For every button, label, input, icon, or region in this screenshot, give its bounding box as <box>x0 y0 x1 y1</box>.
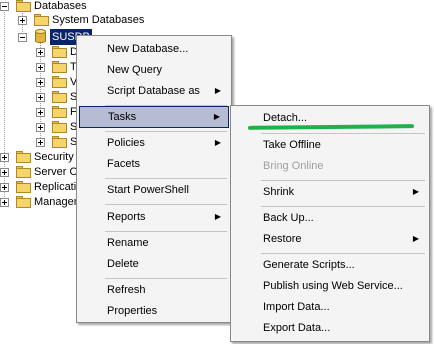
database-context-menu: New Database... New Query Script Databas… <box>76 35 232 323</box>
menu-item-label: Delete <box>107 258 139 270</box>
tree-node-label: Server O <box>34 166 79 178</box>
submenu-arrow-icon: ▶ <box>412 234 419 243</box>
menu-item-label: New Database... <box>107 43 189 55</box>
tasks-submenu: Detach... Take Offline Bring Online Shri… <box>230 105 430 342</box>
folder-icon <box>52 121 68 134</box>
folder-icon <box>16 151 32 164</box>
menu-item-generate-scripts[interactable]: Generate Scripts... <box>233 254 427 276</box>
menu-item-label: Generate Scripts... <box>263 259 355 271</box>
menu-item-export-data[interactable]: Export Data... <box>233 317 427 339</box>
expand-icon[interactable] <box>36 93 45 102</box>
folder-icon <box>16 196 32 209</box>
menu-item-restore[interactable]: Restore ▶ <box>233 228 427 250</box>
submenu-arrow-icon: ▶ <box>214 212 221 221</box>
menu-item-label: Publish using Web Service... <box>263 280 403 292</box>
menu-item-refresh[interactable]: Refresh <box>79 279 229 301</box>
folder-icon <box>16 181 32 194</box>
menu-item-properties[interactable]: Properties <box>79 300 229 322</box>
folder-icon <box>52 61 68 74</box>
menu-item-label: Export Data... <box>263 322 331 334</box>
tree-node-security[interactable]: Security <box>0 149 80 165</box>
menu-item-shrink[interactable]: Shrink ▶ <box>233 181 427 203</box>
folder-icon <box>52 76 68 89</box>
menu-item-tasks[interactable]: Tasks ▶ <box>79 106 229 128</box>
folder-icon <box>52 46 68 59</box>
menu-item-label: Script Database as <box>107 85 200 97</box>
menu-item-reports[interactable]: Reports ▶ <box>79 206 229 228</box>
submenu-arrow-icon: ▶ <box>214 86 221 95</box>
menu-item-label: Start PowerShell <box>107 184 189 196</box>
menu-item-label: Bring Online <box>263 160 324 172</box>
tree-node-child[interactable]: T <box>0 59 80 75</box>
submenu-arrow-icon: ▶ <box>213 112 220 121</box>
menu-item-label: New Query <box>107 64 163 76</box>
menu-item-label: Take Offline <box>263 139 321 151</box>
menu-item-label: Reports <box>107 211 146 223</box>
expand-icon[interactable] <box>0 183 9 192</box>
menu-item-bring-online: Bring Online <box>233 155 427 177</box>
tree-node-system-databases[interactable]: System Databases <box>0 12 200 28</box>
expand-icon[interactable] <box>0 168 9 177</box>
tree-node-label: Security <box>34 151 74 163</box>
menu-item-label: Back Up... <box>263 212 314 224</box>
tree-node-child[interactable]: V <box>0 74 80 90</box>
menu-item-new-database[interactable]: New Database... <box>79 38 229 60</box>
tree-node-child[interactable]: S <box>0 89 80 105</box>
menu-item-take-offline[interactable]: Take Offline <box>233 134 427 156</box>
collapse-icon[interactable] <box>0 2 9 11</box>
folder-icon <box>34 14 50 27</box>
menu-item-label: Import Data... <box>263 301 330 313</box>
menu-item-publish-using-web-service[interactable]: Publish using Web Service... <box>233 275 427 297</box>
menu-separator <box>105 204 227 205</box>
tree-node-child[interactable]: S <box>0 134 80 150</box>
database-icon <box>35 29 47 44</box>
tree-node-label: System Databases <box>52 14 145 26</box>
submenu-arrow-icon: ▶ <box>214 138 221 147</box>
submenu-arrow-icon: ▶ <box>412 187 419 196</box>
tree-node-server-objects[interactable]: Server O <box>0 164 80 180</box>
folder-icon <box>52 136 68 149</box>
menu-item-label: Restore <box>263 233 302 245</box>
expand-icon[interactable] <box>36 108 45 117</box>
expand-icon[interactable] <box>18 16 27 25</box>
expand-icon[interactable] <box>0 153 9 162</box>
menu-item-rename[interactable]: Rename <box>79 232 229 254</box>
expand-icon[interactable] <box>36 48 45 57</box>
menu-item-start-powershell[interactable]: Start PowerShell <box>79 179 229 201</box>
menu-item-delete[interactable]: Delete <box>79 253 229 275</box>
menu-item-back-up[interactable]: Back Up... <box>233 207 427 229</box>
menu-item-policies[interactable]: Policies ▶ <box>79 132 229 154</box>
folder-icon <box>16 166 32 179</box>
tree-node-child[interactable]: F <box>0 104 80 120</box>
expand-icon[interactable] <box>36 63 45 72</box>
menu-item-facets[interactable]: Facets <box>79 153 229 175</box>
menu-item-label: Detach... <box>263 112 308 124</box>
expand-icon[interactable] <box>0 198 9 207</box>
collapse-icon[interactable] <box>18 33 27 42</box>
menu-item-label: Facets <box>107 158 141 170</box>
menu-item-label: Properties <box>107 305 158 317</box>
menu-item-label: Rename <box>107 237 149 249</box>
folder-icon <box>52 91 68 104</box>
menu-item-new-query[interactable]: New Query <box>79 59 229 81</box>
expand-icon[interactable] <box>36 78 45 87</box>
tree-node-replication[interactable]: Replicatio <box>0 179 82 195</box>
menu-item-label: Refresh <box>107 284 146 296</box>
menu-item-label: Shrink <box>263 186 295 198</box>
expand-icon[interactable] <box>36 138 45 147</box>
menu-item-label: Tasks <box>108 111 137 123</box>
tree-node-child[interactable]: S <box>0 119 80 135</box>
expand-icon[interactable] <box>36 123 45 132</box>
tree-node-management[interactable]: Managem <box>0 194 83 210</box>
menu-item-import-data[interactable]: Import Data... <box>233 296 427 318</box>
folder-icon <box>52 106 68 119</box>
tree-node-child[interactable]: D <box>0 44 80 60</box>
menu-item-script-database-as[interactable]: Script Database as ▶ <box>79 80 229 102</box>
menu-item-label: Policies <box>107 137 145 149</box>
